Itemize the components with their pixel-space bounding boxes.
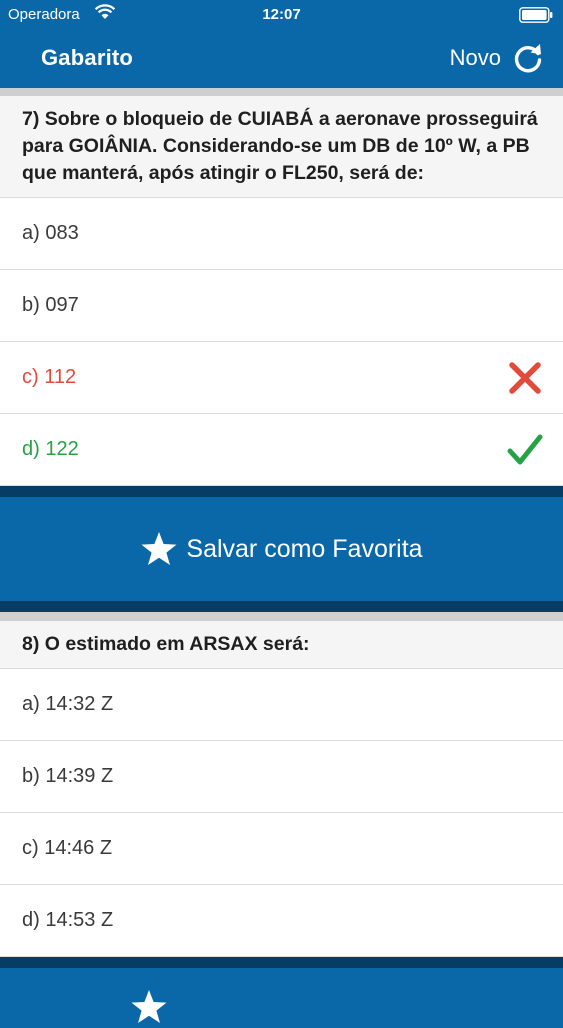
option-7a[interactable]: a) 083	[0, 198, 563, 270]
option-label: b) 097	[22, 294, 79, 316]
cross-icon	[509, 362, 541, 394]
new-button[interactable]: Novo	[450, 40, 545, 76]
option-8b[interactable]: b) 14:39 Z	[0, 741, 563, 813]
star-icon	[141, 532, 177, 565]
check-icon	[507, 434, 543, 465]
new-button-label: Novo	[449, 45, 501, 70]
option-8c[interactable]: c) 14:46 Z	[0, 813, 563, 885]
option-label: d) 14:53 Z	[22, 909, 114, 931]
battery-icon	[519, 7, 553, 23]
top-bar: Operadora 12:07 Gabarito Novo	[0, 0, 563, 88]
option-7c[interactable]: c) 112	[0, 342, 563, 414]
page-title: Gabarito	[41, 45, 134, 70]
answer-list: 7) Sobre o bloqueio de CUIABÁ a aeronave…	[0, 88, 563, 1028]
nav-bar: Gabarito Novo	[0, 32, 563, 88]
save-favorite-label: Salvar como Favorita	[186, 534, 423, 563]
status-bar: Operadora 12:07	[0, 0, 563, 32]
question-7-text: 7) Sobre o bloqueio de CUIABÁ a aeronave…	[0, 88, 563, 198]
option-label: b) 14:39 Z	[22, 765, 114, 787]
option-label: d) 122	[22, 438, 79, 460]
option-label: a) 14:32 Z	[22, 693, 114, 715]
save-favorite-button[interactable]: Salvar como Favorita	[0, 486, 563, 612]
star-icon	[131, 990, 167, 1023]
refresh-icon	[514, 44, 542, 73]
option-label: c) 14:46 Z	[22, 837, 113, 859]
save-favorite-button-2[interactable]	[0, 957, 563, 1028]
option-8d[interactable]: d) 14:53 Z	[0, 885, 563, 957]
status-time: 12:07	[262, 6, 301, 23]
option-7d[interactable]: d) 122	[0, 414, 563, 486]
option-label: a) 083	[22, 222, 79, 244]
question-8-text: 8) O estimado em ARSAX será:	[0, 612, 563, 669]
option-label: c) 112	[22, 366, 77, 388]
option-7b[interactable]: b) 097	[0, 270, 563, 342]
option-8a[interactable]: a) 14:32 Z	[0, 669, 563, 741]
